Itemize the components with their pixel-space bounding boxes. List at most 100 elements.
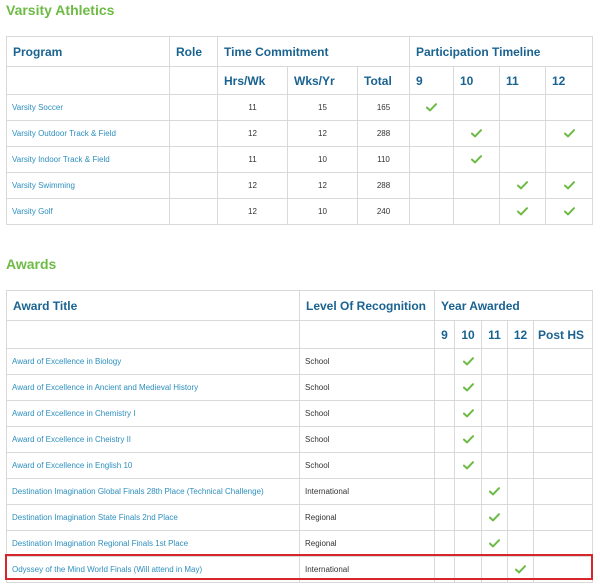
award-title-link[interactable]: Award of Excellence in Cheistry II bbox=[6, 426, 300, 453]
year-10-cell bbox=[454, 452, 482, 479]
year-9-cell bbox=[434, 348, 455, 375]
checkmark-icon bbox=[489, 535, 500, 552]
header-blank bbox=[6, 66, 170, 95]
table-row: Varsity Outdoor Track & Field 12 12 288 bbox=[6, 120, 594, 147]
header-year-12: 12 bbox=[507, 320, 534, 349]
header-role: Role bbox=[169, 36, 218, 67]
header-time-commitment: Time Commitment bbox=[217, 36, 410, 67]
table-row: Varsity Soccer 11 15 165 bbox=[6, 94, 594, 121]
checkmark-icon bbox=[515, 561, 526, 578]
award-title-link[interactable]: Odyssey of the Mind World Finals (Will a… bbox=[6, 556, 300, 583]
level-cell: Regional bbox=[299, 504, 435, 531]
grade-12-cell bbox=[544, 198, 594, 225]
award-title-link[interactable]: Destination Imagination Regional Finals … bbox=[6, 530, 300, 557]
level-cell: School bbox=[299, 400, 435, 427]
checkmark-icon bbox=[489, 483, 500, 500]
checkmark-icon bbox=[462, 405, 474, 422]
wks-yr-cell: 12 bbox=[287, 172, 358, 199]
year-post-hs-cell bbox=[532, 478, 594, 505]
level-cell: International bbox=[299, 478, 435, 505]
year-9-cell bbox=[434, 556, 455, 583]
year-12-cell bbox=[507, 452, 534, 479]
header-grade-11: 11 bbox=[499, 66, 546, 95]
program-link[interactable]: Varsity Golf bbox=[6, 198, 170, 225]
grade-10-cell bbox=[453, 146, 500, 173]
header-grade-12: 12 bbox=[544, 66, 594, 95]
awards-title: Awards bbox=[6, 256, 57, 272]
award-title-link[interactable]: Award of Excellence in English 10 bbox=[6, 452, 300, 479]
checkmark-icon bbox=[471, 125, 482, 142]
total-cell: 288 bbox=[357, 172, 410, 199]
year-9-cell bbox=[434, 504, 455, 531]
table-row: Destination Imagination Regional Finals … bbox=[6, 530, 594, 557]
header-program: Program bbox=[6, 36, 170, 67]
grade-12-cell bbox=[544, 120, 594, 147]
checkmark-icon bbox=[462, 379, 474, 396]
award-title-link[interactable]: Destination Imagination State Finals 2nd… bbox=[6, 504, 300, 531]
hrs-wk-cell: 12 bbox=[217, 120, 288, 147]
grade-10-cell bbox=[453, 94, 500, 121]
level-cell: Regional bbox=[299, 530, 435, 557]
grade-9-cell bbox=[409, 172, 454, 199]
table-row: Award of Excellence in English 10 School bbox=[6, 452, 594, 479]
program-link[interactable]: Varsity Swimming bbox=[6, 172, 170, 199]
wks-yr-cell: 12 bbox=[287, 120, 358, 147]
checkmark-icon bbox=[462, 431, 474, 448]
header-total: Total bbox=[357, 66, 410, 95]
program-link[interactable]: Varsity Indoor Track & Field bbox=[6, 146, 170, 173]
year-post-hs-cell bbox=[532, 504, 594, 531]
year-12-cell bbox=[507, 374, 534, 401]
checkmark-icon bbox=[426, 99, 437, 116]
award-title-link[interactable]: Award of Excellence in Biology bbox=[6, 348, 300, 375]
total-cell: 240 bbox=[357, 198, 410, 225]
award-title-link[interactable]: Award of Excellence in Ancient and Medie… bbox=[6, 374, 300, 401]
wks-yr-cell: 10 bbox=[287, 198, 358, 225]
header-year-11: 11 bbox=[481, 320, 508, 349]
year-9-cell bbox=[434, 530, 455, 557]
hrs-wk-cell: 11 bbox=[217, 94, 288, 121]
year-12-cell bbox=[507, 426, 534, 453]
year-post-hs-cell bbox=[532, 348, 594, 375]
grade-9-cell bbox=[409, 120, 454, 147]
year-11-cell bbox=[481, 556, 508, 583]
table-row: Varsity Swimming 12 12 288 bbox=[6, 172, 594, 199]
level-cell: School bbox=[299, 426, 435, 453]
table-row: Award of Excellence in Cheistry II School bbox=[6, 426, 594, 453]
checkmark-icon bbox=[517, 177, 528, 194]
level-cell: International bbox=[299, 556, 435, 583]
year-10-cell bbox=[454, 400, 482, 427]
program-link[interactable]: Varsity Outdoor Track & Field bbox=[6, 120, 170, 147]
year-10-cell bbox=[454, 348, 482, 375]
grade-11-cell bbox=[499, 146, 546, 173]
year-10-cell bbox=[454, 504, 482, 531]
header-participation-timeline: Participation Timeline bbox=[408, 36, 594, 67]
program-link[interactable]: Varsity Soccer bbox=[6, 94, 170, 121]
year-post-hs-cell bbox=[532, 556, 594, 583]
grade-12-cell bbox=[544, 146, 594, 173]
grade-11-cell bbox=[499, 120, 546, 147]
award-title-link[interactable]: Award of Excellence in Chemistry I bbox=[6, 400, 300, 427]
role-cell bbox=[169, 146, 218, 173]
header-post-hs: Post HS bbox=[532, 320, 594, 349]
year-12-cell bbox=[507, 556, 534, 583]
header-blank bbox=[299, 320, 435, 349]
year-10-cell bbox=[454, 426, 482, 453]
table-row: Destination Imagination State Finals 2nd… bbox=[6, 504, 594, 531]
award-title-link[interactable]: Destination Imagination Global Finals 28… bbox=[6, 478, 300, 505]
header-level: Level Of Recognition bbox=[299, 290, 435, 321]
table-row: Odyssey of the Mind World Finals (Will a… bbox=[6, 556, 594, 583]
year-post-hs-cell bbox=[532, 400, 594, 427]
year-11-cell bbox=[481, 374, 508, 401]
header-blank bbox=[169, 66, 218, 95]
grade-10-cell bbox=[453, 172, 500, 199]
header-grade-9: 9 bbox=[409, 66, 454, 95]
year-9-cell bbox=[434, 374, 455, 401]
grade-11-cell bbox=[499, 172, 546, 199]
grade-9-cell bbox=[409, 146, 454, 173]
year-11-cell bbox=[481, 452, 508, 479]
year-12-cell bbox=[507, 530, 534, 557]
grade-10-cell bbox=[453, 120, 500, 147]
grade-9-cell bbox=[409, 94, 454, 121]
year-12-cell bbox=[507, 400, 534, 427]
hrs-wk-cell: 12 bbox=[217, 172, 288, 199]
